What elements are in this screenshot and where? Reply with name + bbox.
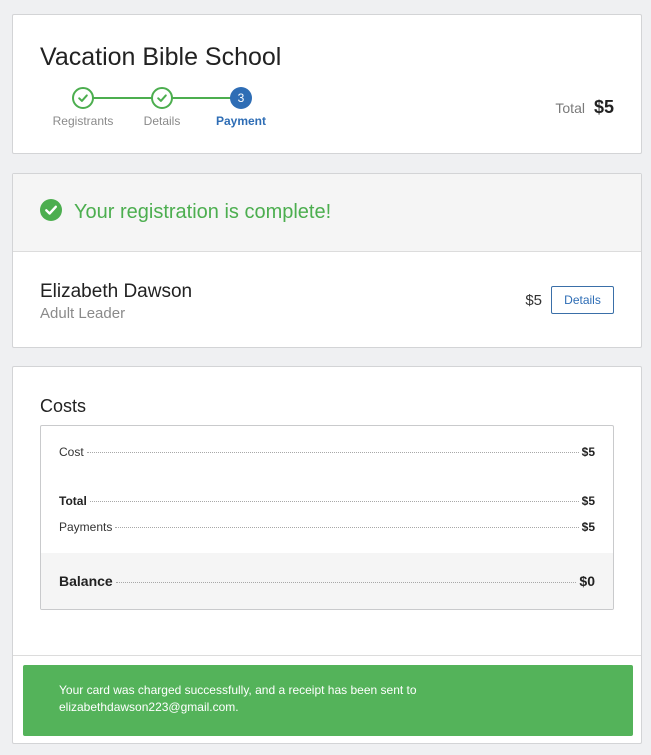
cost-amount: $5: [581, 445, 595, 459]
success-message: Your registration is complete!: [74, 201, 332, 223]
cost-line-cost: Cost $5: [59, 445, 595, 459]
total-value: $5: [593, 97, 614, 117]
check-icon: [72, 87, 94, 109]
step-details[interactable]: Details: [127, 87, 197, 128]
total-amount: $5: [581, 494, 595, 508]
step-label: Payment: [215, 114, 267, 128]
step-registrants[interactable]: Registrants: [48, 87, 118, 128]
dot-leader: [89, 501, 579, 502]
cost-line-payments: Payments $5: [59, 520, 595, 534]
registrant-name: Elizabeth Dawson: [40, 281, 193, 302]
registration-header-card: Vacation Bible School Registrants Detail…: [12, 14, 642, 154]
divider: [13, 655, 641, 656]
dot-leader: [86, 452, 579, 453]
step-number: 3: [230, 87, 252, 109]
cost-label: Cost: [59, 445, 84, 459]
dot-leader: [115, 527, 579, 528]
total-label: Total: [59, 494, 87, 508]
order-total: Total $5: [555, 97, 614, 118]
check-circle-icon: [40, 199, 62, 226]
cost-line-total: Total $5: [59, 494, 595, 508]
step-label: Details: [143, 114, 181, 128]
receipt-alert: Your card was charged successfully, and …: [23, 665, 633, 736]
total-label: Total: [555, 100, 585, 116]
dot-leader: [115, 582, 577, 583]
registrant-row: Elizabeth Dawson Adult Leader $5 Details: [13, 252, 641, 348]
registrant-card: Your registration is complete! Elizabeth…: [12, 173, 642, 348]
receipt-message: Your card was charged successfully, and …: [59, 683, 417, 697]
balance-amount: $0: [579, 573, 595, 589]
costs-card: Costs Cost $5 Total $5 Payments $5 Balan…: [12, 366, 642, 744]
step-label: Registrants: [52, 114, 114, 128]
success-banner: Your registration is complete!: [13, 174, 641, 252]
receipt-email: elizabethdawson223@gmail.com.: [59, 700, 239, 714]
registrant-role: Adult Leader: [40, 305, 126, 322]
step-payment: 3 Payment: [206, 87, 276, 128]
balance-label: Balance: [59, 573, 113, 589]
page-title: Vacation Bible School: [40, 43, 282, 71]
check-icon: [151, 87, 173, 109]
cost-line-balance: Balance $0: [59, 573, 595, 589]
costs-title: Costs: [40, 396, 87, 416]
costs-summary: Cost $5 Total $5 Payments $5 Balance $0: [40, 425, 614, 610]
payments-label: Payments: [59, 520, 113, 534]
details-button[interactable]: Details: [551, 286, 614, 314]
progress-stepper: Registrants Details 3 Payment: [39, 87, 269, 131]
payments-amount: $5: [581, 520, 595, 534]
registrant-amount: $5: [525, 292, 542, 309]
